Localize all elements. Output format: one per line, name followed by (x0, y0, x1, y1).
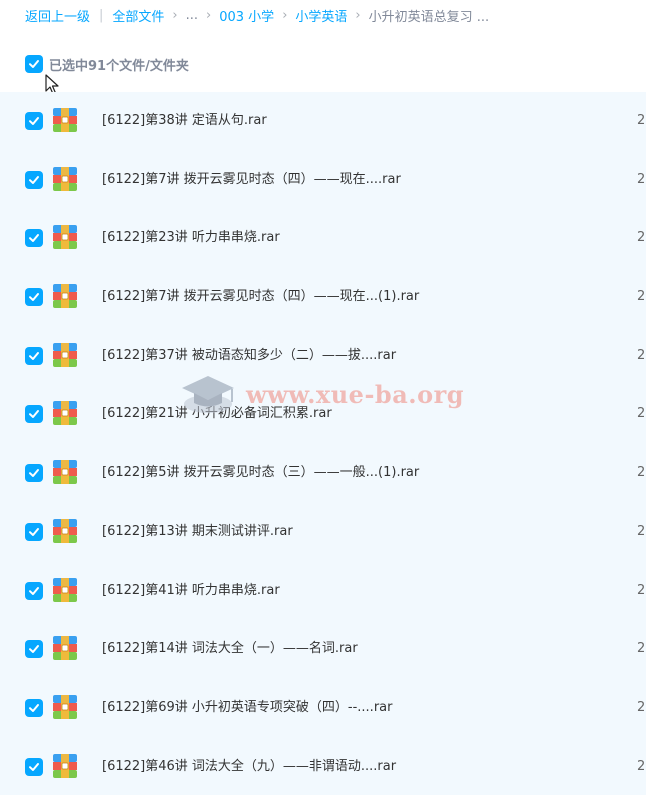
select-all-checkbox[interactable] (25, 55, 43, 73)
file-name[interactable]: [6122]第38讲 定语从句.rar (102, 92, 267, 150)
file-row[interactable]: [6122]第13讲 期末测试讲评.rar 2 (0, 503, 646, 562)
file-checkbox[interactable] (25, 405, 43, 424)
file-name[interactable]: [6122]第23讲 听力串串烧.rar (102, 209, 280, 267)
checkmark-icon (29, 527, 39, 536)
file-checkbox[interactable] (25, 112, 43, 130)
file-modified-date: 2 (637, 113, 646, 128)
file-row[interactable]: [6122]第46讲 词法大全（九）——非谓语动....rar 2 (0, 738, 646, 795)
chevron-right-icon: › (206, 7, 212, 23)
file-list: [6122]第38讲 定语从句.rar 2 [6122]第7讲 拨开云雾见时态（… (0, 92, 646, 795)
file-modified-date: 2 (637, 406, 646, 422)
chevron-right-icon: › (355, 7, 361, 23)
file-row[interactable]: [6122]第69讲 小升初英语专项突破（四）--....rar 2 (0, 679, 646, 738)
file-name[interactable]: [6122]第5讲 拨开云雾见时态（三）——一般...(1).rar (102, 444, 419, 502)
rar-archive-icon (53, 518, 77, 543)
file-row[interactable]: [6122]第37讲 被动语态知多少（二）——拔....rar 2 (0, 327, 646, 386)
file-name[interactable]: [6122]第21讲 小升初必备词汇积累.rar (102, 385, 332, 443)
checkmark-icon (29, 293, 39, 302)
breadcrumb-folder-primary[interactable]: 003 小学 (219, 6, 274, 25)
breadcrumb: 返回上一级 | 全部文件 › ... › 003 小学 › 小学英语 › 小升初… (25, 0, 489, 30)
file-modified-date: 2 (637, 758, 646, 774)
checkmark-icon (29, 645, 39, 654)
file-name[interactable]: [6122]第14讲 词法大全（一）——名词.rar (102, 620, 358, 678)
rar-archive-icon (53, 108, 77, 132)
file-checkbox[interactable] (25, 229, 43, 248)
file-modified-date: 2 (637, 347, 646, 363)
chevron-right-icon: › (282, 7, 288, 23)
checkmark-icon (29, 762, 39, 771)
checkmark-icon (29, 703, 39, 712)
file-row[interactable]: [6122]第7讲 拨开云雾见时态（四）——现在...(1).rar 2 (0, 268, 646, 327)
file-modified-date: 2 (637, 289, 646, 305)
chevron-right-icon: › (172, 7, 178, 23)
rar-archive-icon (53, 225, 77, 250)
file-modified-date: 2 (637, 523, 646, 539)
selection-header: 已选中91个文件/文件夹 (25, 54, 189, 74)
checkmark-icon (29, 117, 39, 125)
checkmark-icon (29, 175, 39, 184)
file-name[interactable]: [6122]第69讲 小升初英语专项突破（四）--....rar (102, 679, 392, 737)
file-name[interactable]: [6122]第46讲 词法大全（九）——非谓语动....rar (102, 738, 396, 795)
file-modified-date: 2 (637, 699, 646, 715)
file-checkbox[interactable] (25, 522, 43, 541)
checkmark-icon (29, 234, 39, 243)
file-row[interactable]: [6122]第38讲 定语从句.rar 2 (0, 92, 646, 151)
file-row[interactable]: [6122]第14讲 词法大全（一）——名词.rar 2 (0, 620, 646, 679)
file-modified-date: 2 (637, 641, 646, 657)
file-name[interactable]: [6122]第13讲 期末测试讲评.rar (102, 503, 293, 561)
file-row[interactable]: [6122]第21讲 小升初必备词汇积累.rar 2 (0, 385, 646, 444)
breadcrumb-current-folder: 小升初英语总复习 ... (368, 9, 490, 25)
checkmark-icon (29, 60, 39, 68)
rar-archive-icon (53, 694, 77, 719)
file-checkbox[interactable] (25, 640, 43, 659)
checkmark-icon (29, 410, 39, 419)
rar-archive-icon (53, 460, 77, 485)
file-modified-date: 2 (637, 465, 646, 481)
rar-archive-icon (53, 166, 77, 191)
file-checkbox[interactable] (25, 288, 43, 307)
checkmark-icon (29, 469, 39, 478)
rar-archive-icon (53, 401, 77, 426)
file-name[interactable]: [6122]第7讲 拨开云雾见时态（四）——现在...(1).rar (102, 268, 419, 326)
file-name[interactable]: [6122]第7讲 拨开云雾见时态（四）——现在....rar (102, 151, 401, 209)
file-checkbox[interactable] (25, 581, 43, 600)
file-checkbox[interactable] (25, 464, 43, 483)
breadcrumb-divider: | (99, 7, 104, 23)
file-name[interactable]: [6122]第37讲 被动语态知多少（二）——拔....rar (102, 327, 396, 385)
file-row[interactable]: [6122]第7讲 拨开云雾见时态（四）——现在....rar 2 (0, 151, 646, 210)
rar-archive-icon (53, 577, 77, 602)
file-checkbox[interactable] (25, 170, 43, 189)
breadcrumb-ellipsis[interactable]: ... (186, 8, 198, 23)
breadcrumb-folder-english[interactable]: 小学英语 (295, 6, 347, 25)
breadcrumb-all-files[interactable]: 全部文件 (112, 6, 164, 25)
file-checkbox[interactable] (25, 757, 43, 776)
rar-archive-icon (53, 284, 77, 309)
checkmark-icon (29, 351, 39, 360)
file-row[interactable]: [6122]第23讲 听力串串烧.rar 2 (0, 209, 646, 268)
file-modified-date: 2 (637, 230, 646, 246)
rar-archive-icon (53, 636, 77, 661)
rar-archive-icon (53, 753, 77, 778)
file-name[interactable]: [6122]第41讲 听力串串烧.rar (102, 562, 280, 620)
rar-archive-icon (53, 342, 77, 367)
file-modified-date: 2 (637, 171, 646, 187)
back-link[interactable]: 返回上一级 (25, 6, 90, 25)
file-row[interactable]: [6122]第41讲 听力串串烧.rar 2 (0, 562, 646, 621)
file-checkbox[interactable] (25, 346, 43, 365)
file-browser-page: 返回上一级 | 全部文件 › ... › 003 小学 › 小学英语 › 小升初… (0, 0, 646, 795)
file-row[interactable]: [6122]第5讲 拨开云雾见时态（三）——一般...(1).rar 2 (0, 444, 646, 503)
checkmark-icon (29, 586, 39, 595)
selection-count-label: 已选中91个文件/文件夹 (49, 58, 189, 74)
file-checkbox[interactable] (25, 698, 43, 717)
file-modified-date: 2 (637, 582, 646, 598)
